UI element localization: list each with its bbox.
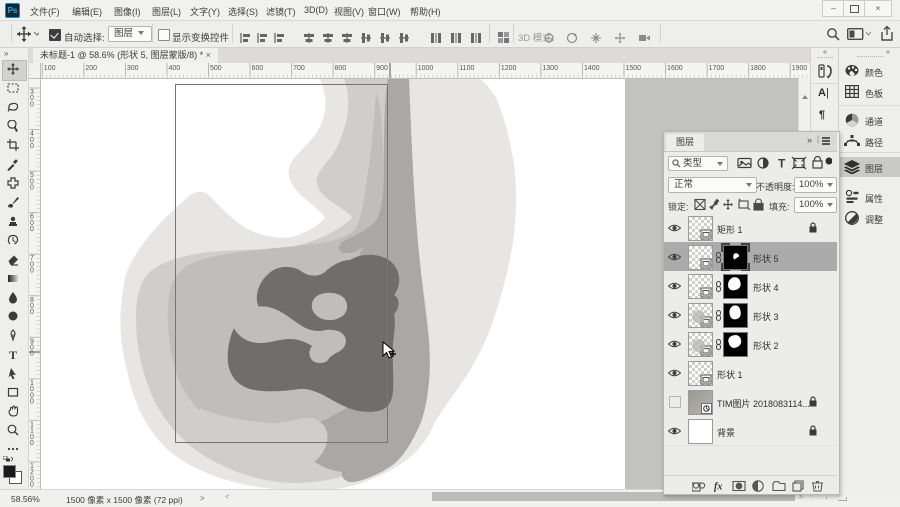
svg-text:0: 0 <box>30 482 34 489</box>
svg-text:600: 600 <box>252 65 264 72</box>
svg-text:0: 0 <box>30 226 34 233</box>
svg-text:fx: fx <box>714 482 722 493</box>
svg-text:1700: 1700 <box>709 65 725 72</box>
svg-text:0: 0 <box>30 268 34 275</box>
svg-text:1600: 1600 <box>667 65 683 72</box>
svg-text:1900: 1900 <box>792 65 808 72</box>
svg-text:1300: 1300 <box>542 65 558 72</box>
svg-text:1500: 1500 <box>626 65 642 72</box>
svg-text:1800: 1800 <box>750 65 766 72</box>
svg-text:1400: 1400 <box>584 65 600 72</box>
svg-text:0: 0 <box>30 440 34 447</box>
svg-text:200: 200 <box>85 65 97 72</box>
svg-text:1100: 1100 <box>459 65 474 72</box>
svg-text:0: 0 <box>30 309 34 316</box>
svg-text:700: 700 <box>293 65 305 72</box>
svg-text:T: T <box>9 348 17 361</box>
svg-text:1200: 1200 <box>501 65 517 72</box>
svg-text:100: 100 <box>44 65 56 72</box>
svg-text:T: T <box>778 157 786 171</box>
svg-text:900: 900 <box>376 65 388 72</box>
svg-text:800: 800 <box>335 65 347 72</box>
svg-text:1000: 1000 <box>418 65 434 72</box>
svg-text:500: 500 <box>210 65 222 72</box>
svg-text:400: 400 <box>168 65 180 72</box>
svg-text:0: 0 <box>30 101 34 108</box>
svg-text:300: 300 <box>127 65 139 72</box>
svg-text:0: 0 <box>30 398 34 405</box>
svg-text:0: 0 <box>30 185 34 192</box>
svg-text:0: 0 <box>30 143 34 150</box>
